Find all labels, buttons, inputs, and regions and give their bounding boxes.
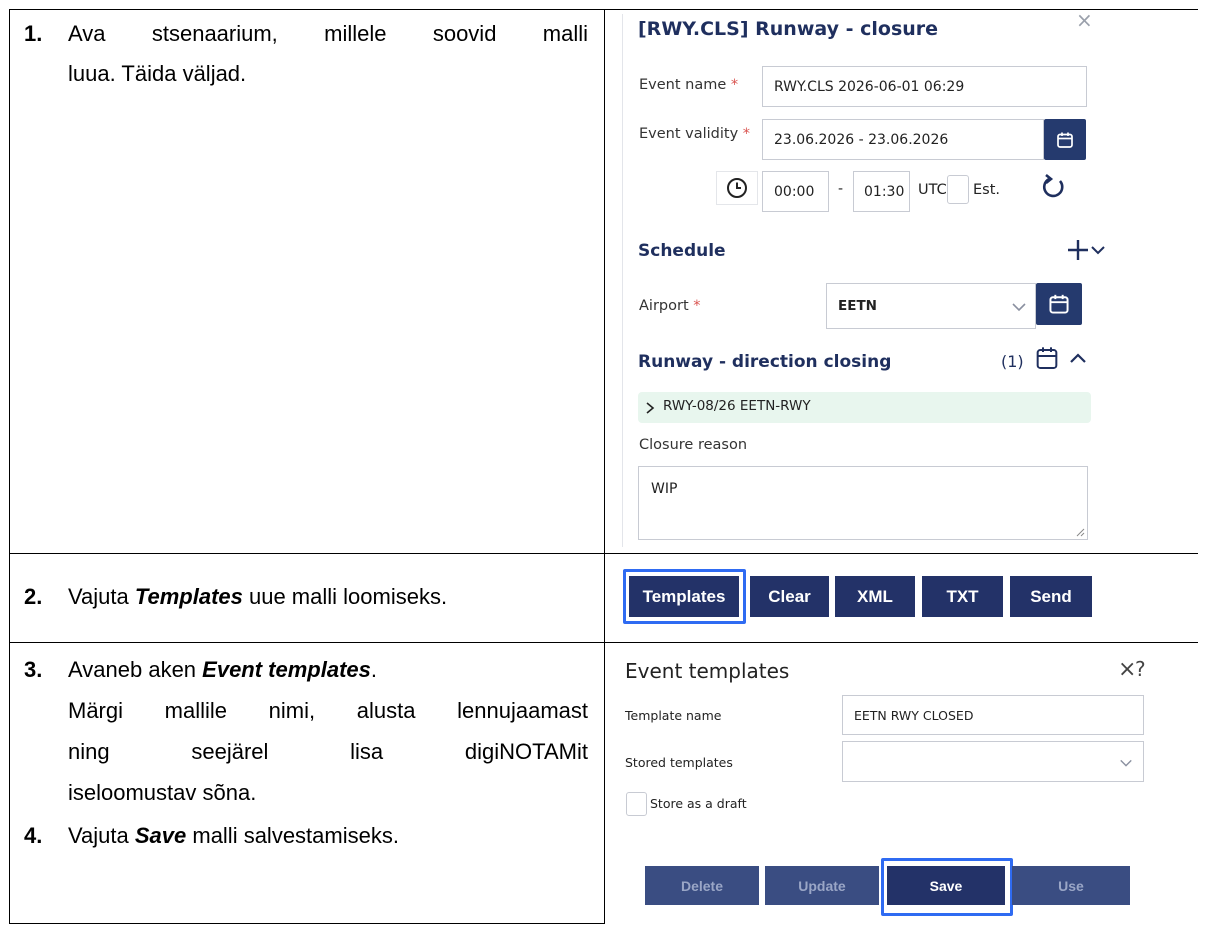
refresh-icon[interactable] [1038,172,1068,206]
template-name-label: Template name [625,708,722,723]
panel-left-edge [622,14,623,547]
step-text: Vajuta Templates uue malli loomiseks. [68,584,448,609]
table-column-divider [604,9,605,924]
time-from-field[interactable]: 00:00 [762,171,829,212]
event-name-field[interactable]: RWY.CLS 2026-06-01 06:29 [762,66,1087,107]
runway-item-label: RWY-08/26 EETN-RWY [663,398,811,414]
step-text-line2: Märgi mallile nimi, alusta lennujaamast [68,698,588,723]
send-button[interactable]: Send [1010,576,1092,617]
runway-count: (1) [1001,352,1024,371]
closure-reason-label: Closure reason [639,437,748,453]
airport-chevron-down-icon [1012,303,1026,312]
draft-label: Store as a draft [650,796,747,811]
stored-chevron-down-icon [1120,759,1132,767]
txt-button[interactable]: TXT [922,576,1003,617]
close-icon[interactable]: × [1076,8,1093,32]
schedule-chevron-down-icon[interactable] [1090,242,1106,262]
utc-label: UTC [918,182,947,198]
resize-handle-icon[interactable] [1075,527,1085,537]
step-2: 2. Vajuta Templates uue malli loomiseks. [24,577,590,617]
runway-item-row[interactable]: RWY-08/26 EETN-RWY [638,392,1091,423]
time-separator: - [838,181,844,197]
xml-button[interactable]: XML [835,576,915,617]
save-emphasis: Save [134,823,187,848]
step-text-line2: luua. Täida väljad. [68,61,247,86]
event-name-label: Event name * [639,77,739,93]
step-text-line3: ning seejärel lisa digiNOTAMit [68,739,588,764]
table-border-left [9,9,10,924]
runway-chevron-up-icon[interactable] [1069,350,1087,370]
add-schedule-icon[interactable] [1065,237,1091,267]
step-number: 1. [24,21,43,46]
step-number: 4. [24,823,43,848]
save-highlight [881,858,1013,916]
closure-reason-textarea[interactable]: WIP [638,466,1088,540]
clear-button[interactable]: Clear [750,576,829,617]
event-templates-emphasis: Event templates [202,657,371,682]
step-number: 3. [24,657,43,682]
dialog-help-icon[interactable]: ? [1135,657,1146,681]
airport-calendar-button[interactable] [1036,283,1082,325]
step-1: 1. Ava stsenaarium, millele soovid malli… [24,14,590,94]
airport-select[interactable]: EETN [826,283,1036,329]
step-number: 2. [24,584,43,609]
use-button[interactable]: Use [1012,866,1130,905]
template-name-field[interactable]: EETN RWY CLOSED [842,695,1144,735]
templates-highlight [623,569,746,624]
delete-button[interactable]: Delete [645,866,759,905]
update-button[interactable]: Update [765,866,879,905]
step-4: 4. Vajuta Save malli salvestamiseks. [24,816,590,856]
templates-emphasis: Templates [134,584,243,609]
event-validity-label: Event validity * [639,126,751,142]
validity-calendar-button[interactable] [1044,119,1086,160]
event-validity-field[interactable]: 23.06.2026 - 23.06.2026 [762,119,1044,160]
draft-checkbox[interactable] [626,792,647,816]
chevron-right-icon [646,402,655,414]
dialog-close-icon[interactable]: × [1118,657,1136,682]
step-text: Vajuta Save malli salvestamiseks. [68,823,399,848]
est-checkbox[interactable] [947,175,969,204]
table-border-bottom [9,923,605,924]
event-form-title: [RWY.CLS] Runway - closure [638,18,939,40]
schedule-label: Schedule [638,241,726,261]
runway-calendar-icon[interactable] [1035,345,1059,375]
est-label: Est. [973,182,1001,198]
calendar-icon [1049,294,1069,314]
step-text-line1: Ava stsenaarium, millele soovid malli [68,21,588,46]
time-to-field[interactable]: 01:30 [853,171,910,212]
step-text-line4: iseloomustav sõna. [68,780,257,805]
clock-icon[interactable] [716,171,758,205]
stored-templates-select[interactable] [842,741,1144,782]
runway-section-label: Runway - direction closing [638,352,892,372]
step-3: 3. Avaneb aken Event templates. Märgi ma… [24,650,590,820]
dialog-title: Event templates [625,659,790,683]
calendar-icon [1057,132,1073,148]
stored-templates-label: Stored templates [625,755,733,770]
step-text-line1: Avaneb aken Event templates. [68,657,378,682]
airport-label: Airport * [639,298,701,314]
closure-reason-value: WIP [651,481,678,497]
